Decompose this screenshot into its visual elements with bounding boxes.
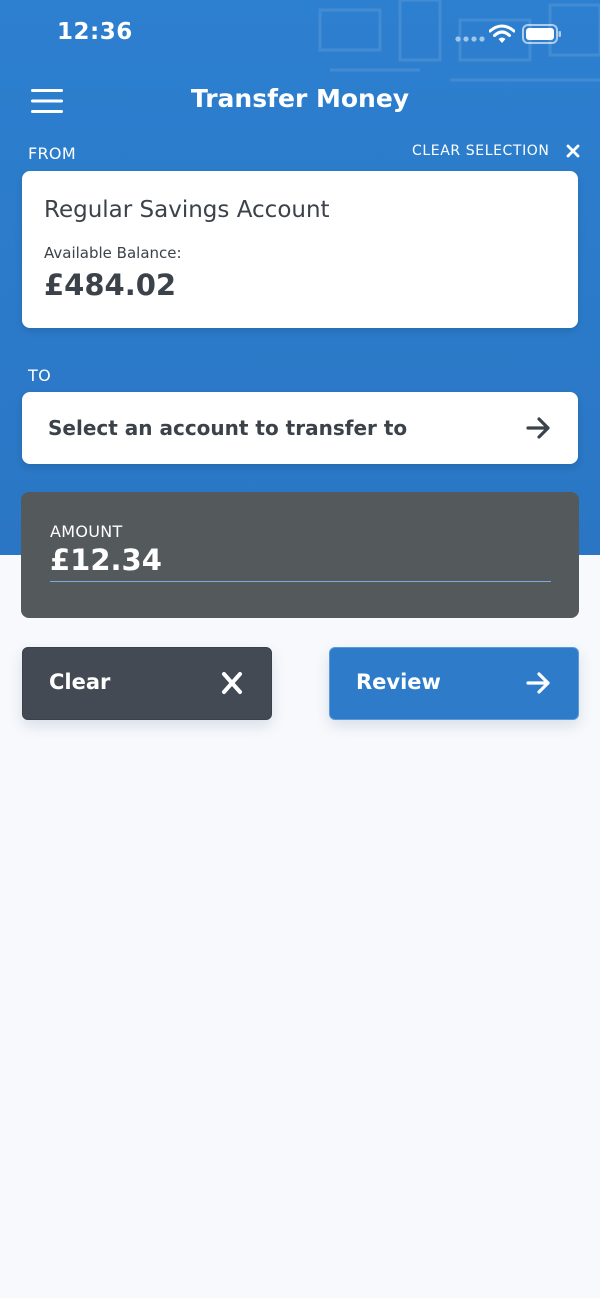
available-balance-label: Available Balance: xyxy=(44,244,182,262)
arrow-right-icon xyxy=(526,417,550,439)
from-account-name: Regular Savings Account xyxy=(44,197,330,223)
wifi-icon xyxy=(489,24,515,43)
status-time: 12:36 xyxy=(57,19,133,45)
signal-dots-icon xyxy=(455,36,485,42)
amount-field[interactable]: AMOUNT £12.34 xyxy=(21,492,579,618)
arrow-right-icon xyxy=(526,672,550,694)
close-icon xyxy=(566,144,579,158)
clear-button[interactable]: Clear xyxy=(22,647,272,720)
amount-label: AMOUNT xyxy=(50,522,123,541)
close-icon xyxy=(222,672,242,694)
page-title: Transfer Money xyxy=(190,84,410,113)
battery-icon xyxy=(522,24,561,44)
review-button[interactable]: Review xyxy=(329,647,579,720)
clear-button-label: Clear xyxy=(49,670,111,694)
amount-input[interactable]: £12.34 xyxy=(50,543,162,577)
from-label: FROM xyxy=(28,144,76,163)
available-balance-value: £484.02 xyxy=(44,268,177,302)
clear-selection-button[interactable]: CLEAR SELECTION xyxy=(412,143,580,159)
select-to-account-button[interactable]: Select an account to transfer to xyxy=(22,392,578,464)
to-label: TO xyxy=(28,366,51,385)
status-bar: 12:36 xyxy=(0,0,600,70)
clear-selection-label: CLEAR SELECTION xyxy=(412,143,550,159)
amount-underline xyxy=(50,581,551,582)
to-account-placeholder: Select an account to transfer to xyxy=(48,416,408,440)
review-button-label: Review xyxy=(356,670,441,694)
from-account-card[interactable]: Regular Savings Account Available Balanc… xyxy=(22,171,578,328)
